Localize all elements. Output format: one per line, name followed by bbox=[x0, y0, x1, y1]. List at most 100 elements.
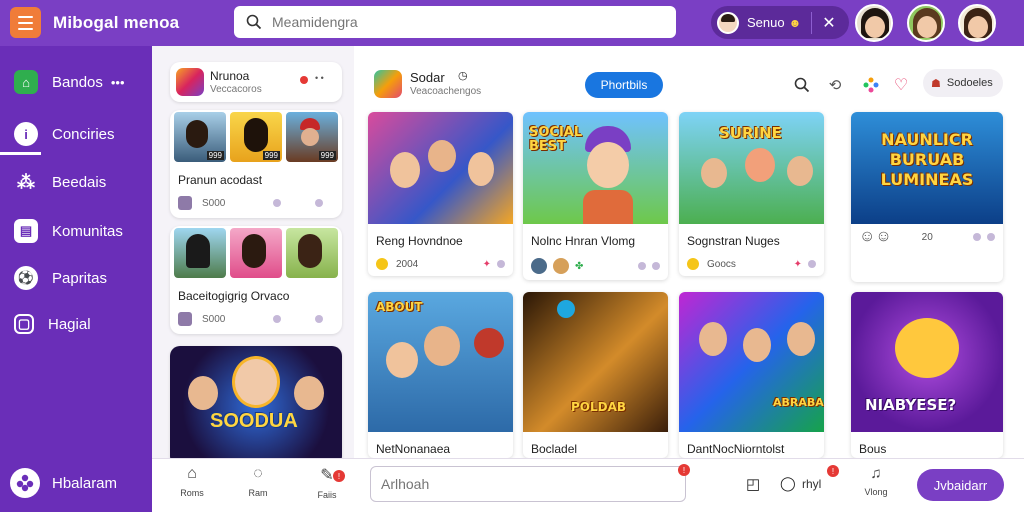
camera-icon[interactable]: ◰ bbox=[746, 475, 760, 493]
nav-label: Roms bbox=[180, 488, 204, 498]
sidebar-item-conciries[interactable]: i Conciries bbox=[0, 116, 152, 152]
home-icon: ⌂ bbox=[187, 465, 197, 482]
calendar-icon bbox=[178, 196, 192, 210]
thumbnail-image bbox=[174, 228, 226, 278]
notification-badge: ! bbox=[678, 464, 690, 476]
flower-icon bbox=[10, 468, 40, 498]
message-input[interactable] bbox=[370, 466, 686, 502]
game-art-image: POLDAB bbox=[523, 292, 668, 432]
chat-icon[interactable]: ◯ bbox=[780, 475, 796, 492]
status-dot bbox=[808, 260, 816, 268]
avatar[interactable] bbox=[958, 4, 996, 42]
game-card[interactable]: SOCIAL BEST Nolnc Hnran Vlomg ✤ bbox=[523, 112, 668, 280]
soccer-icon: ⚽ bbox=[14, 266, 38, 290]
search-input[interactable] bbox=[272, 14, 652, 30]
card-title: Pranun acodast bbox=[178, 173, 263, 187]
nav-label: Vlong bbox=[864, 487, 888, 497]
app-title: Mibogal menoa bbox=[53, 13, 180, 32]
search-bar[interactable] bbox=[234, 6, 676, 38]
calendar-icon bbox=[178, 312, 192, 326]
chat-label: rhyl bbox=[802, 477, 822, 491]
send-button[interactable]: Jvbaidarr bbox=[917, 469, 1004, 501]
game-banner: SOCIAL BEST bbox=[529, 125, 583, 154]
game-title: Nolnc Hnran Vlomg bbox=[531, 234, 636, 248]
thumbnail-image: 999 bbox=[230, 112, 282, 162]
game-art-image: ABRABA bbox=[679, 292, 824, 432]
avatar[interactable] bbox=[855, 4, 893, 42]
badge-icon bbox=[557, 300, 575, 318]
feed-title: Nrunoa bbox=[210, 69, 250, 83]
nav-home[interactable]: ⌂ Roms bbox=[172, 465, 212, 507]
feed-card[interactable]: SOODUA bbox=[170, 346, 342, 458]
thumbnail-image: 999 bbox=[286, 112, 338, 162]
home-icon: ⌂ bbox=[14, 70, 38, 94]
left-feed: Nrunoa Veccacoros • • 999 999 999 Pranun… bbox=[152, 46, 354, 458]
game-card[interactable]: Reng Hovndnoe 2004 ✦ bbox=[368, 112, 513, 276]
app-logo-icon bbox=[374, 70, 402, 98]
nav-label: Faiis bbox=[317, 490, 337, 500]
avatar[interactable] bbox=[907, 4, 945, 42]
game-art-image: SURINE bbox=[679, 112, 824, 224]
user-icon: ☗ bbox=[931, 77, 941, 90]
more-icon[interactable]: • • bbox=[315, 73, 324, 83]
menu-icon[interactable] bbox=[10, 7, 41, 38]
search-icon[interactable] bbox=[792, 75, 812, 95]
refresh-icon[interactable]: ⟲ bbox=[825, 75, 845, 95]
status-dot bbox=[315, 199, 324, 207]
game-art-image: NAUNLICR BURUAB LUMINEAS bbox=[851, 112, 1003, 224]
more-icon[interactable]: ••• bbox=[111, 75, 125, 90]
game-art-image bbox=[232, 356, 280, 408]
sidebar-bottom[interactable]: Hbalaram bbox=[10, 468, 117, 498]
game-card[interactable]: ABRABA DantNocNiorntolst bbox=[679, 292, 824, 458]
rating-icon: ✦ bbox=[793, 258, 802, 270]
card-meta: S000 bbox=[202, 197, 226, 209]
sidebar-item-bandos[interactable]: ⌂ Bandos ••• bbox=[0, 64, 152, 100]
divider bbox=[811, 11, 813, 34]
active-indicator bbox=[0, 152, 41, 155]
game-banner: SURINE bbox=[719, 124, 782, 142]
status-dot bbox=[497, 260, 505, 268]
game-title: Bocladel bbox=[531, 442, 578, 456]
feed-header-card[interactable]: Nrunoa Veccacoros • • bbox=[170, 62, 342, 102]
sidebar-bottom-label: Hbalaram bbox=[52, 474, 118, 492]
nav-edit[interactable]: ✎ Faiis ! bbox=[307, 465, 347, 507]
bottom-bar: ⌂ Roms ◌ Ram ✎ Faiis ! ! ◰ ◯ rhyl ! ♫ Vl… bbox=[152, 458, 1024, 512]
sidebar-item-komunitas[interactable]: ▤ Komunitas bbox=[0, 213, 152, 249]
user-pill[interactable]: Senuo ☻ ✕ bbox=[711, 6, 849, 39]
profile-icon: i bbox=[14, 122, 38, 146]
status-dot bbox=[273, 199, 282, 207]
feed-card[interactable]: 999 999 999 Pranun acodast S000 bbox=[170, 110, 342, 218]
app-logo-icon bbox=[176, 68, 204, 96]
heart-icon[interactable]: ♡ bbox=[891, 75, 911, 95]
game-card[interactable]: POLDAB Bocladel bbox=[523, 292, 668, 458]
game-card[interactable]: NAUNLICR BURUAB LUMINEAS ☺☺ 20 bbox=[851, 112, 1003, 282]
nav-search[interactable]: ◌ Ram bbox=[238, 465, 278, 507]
sidebar-item-papritas[interactable]: ⚽ Papritas bbox=[0, 260, 152, 296]
share-icon: ⁂ bbox=[17, 171, 35, 192]
game-card[interactable]: SURINE Sognstran Nuges Goocs ✦ bbox=[679, 112, 824, 276]
nav-label: Ram bbox=[248, 488, 268, 498]
subscribe-button[interactable]: ☗ Sodoeles bbox=[923, 69, 1003, 97]
sidebar-item-beedais[interactable]: ⁂ Beedais bbox=[0, 164, 152, 200]
close-icon[interactable]: ✕ bbox=[822, 13, 835, 33]
status-dot bbox=[973, 233, 981, 241]
notification-badge: ! bbox=[333, 470, 345, 482]
main-content: Sodar ◷ Veacoachengos Phortbils ⟲ ♡ ☗ So… bbox=[354, 46, 1024, 458]
sidebar-item-hagial[interactable]: ▢ Hagial bbox=[0, 306, 152, 342]
nav-notifications[interactable]: ♫ Vlong bbox=[856, 465, 896, 507]
game-card[interactable]: ABOUT NetNonanaea bbox=[368, 292, 513, 458]
avatar bbox=[717, 11, 739, 34]
thumbnail-image bbox=[230, 228, 282, 278]
game-banner: ABRABA bbox=[773, 396, 824, 409]
bell-icon: ♫ bbox=[870, 465, 882, 482]
game-card[interactable]: NIABYESE? Bous bbox=[851, 292, 1003, 458]
coin-icon bbox=[376, 258, 388, 270]
feed-card[interactable]: Baceitogigrig Orvaco S000 bbox=[170, 226, 342, 334]
game-title: Sognstran Nuges bbox=[687, 234, 780, 248]
apps-icon[interactable] bbox=[861, 75, 881, 95]
follow-button[interactable]: Phortbils bbox=[585, 72, 663, 98]
game-banner: NIABYESE? bbox=[865, 396, 957, 414]
shop-icon: ▢ bbox=[14, 314, 34, 334]
game-banner: ABOUT bbox=[376, 300, 423, 314]
game-meta: Goocs bbox=[707, 258, 736, 270]
